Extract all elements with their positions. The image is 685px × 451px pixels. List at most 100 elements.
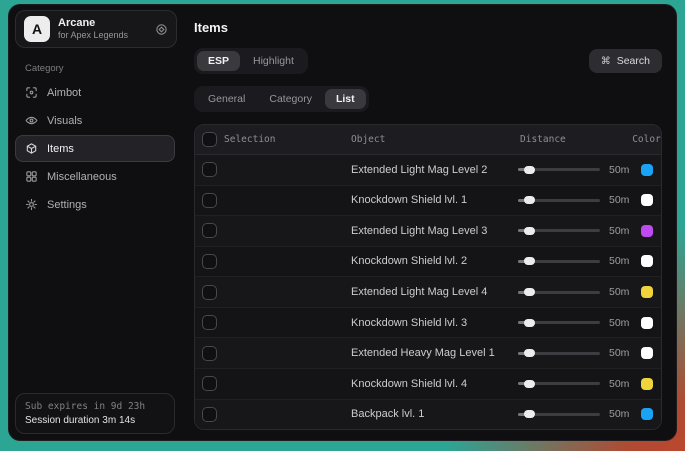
table-row: Knockdown Shield lvl. 350m: [195, 307, 661, 338]
slider-handle[interactable]: [524, 288, 535, 296]
subtab-category[interactable]: Category: [258, 89, 323, 109]
distance-slider[interactable]: [518, 229, 600, 232]
distance-value: 50m: [609, 408, 629, 420]
color-cell: [641, 317, 653, 329]
row-checkbox[interactable]: [202, 346, 217, 361]
distance-value: 50m: [609, 255, 629, 267]
color-swatch[interactable]: [641, 286, 653, 298]
sidebar-item-label: Aimbot: [47, 87, 81, 99]
table-header-row: Selection Object Distance Color: [195, 125, 661, 155]
object-name: Extended Light Mag Level 4: [349, 286, 518, 298]
distance-value: 50m: [609, 378, 629, 390]
color-cell: [641, 286, 653, 298]
color-cell: [641, 194, 653, 206]
distance-slider[interactable]: [518, 352, 600, 355]
search-button[interactable]: ⌘ Search: [589, 49, 662, 73]
slider-handle[interactable]: [524, 349, 535, 357]
table-body: Extended Light Mag Level 250mKnockdown S…: [195, 155, 661, 429]
color-cell: [641, 378, 653, 390]
slider-handle[interactable]: [524, 380, 535, 388]
sidebar-item-miscellaneous[interactable]: Miscellaneous: [15, 163, 175, 190]
color-swatch[interactable]: [641, 317, 653, 329]
category-label: Category: [25, 63, 177, 74]
slider-handle[interactable]: [524, 319, 535, 327]
row-checkbox[interactable]: [202, 162, 217, 177]
object-name: Extended Light Mag Level 3: [349, 225, 518, 237]
color-cell: [641, 347, 653, 359]
slider-handle[interactable]: [524, 166, 535, 174]
eye-icon: [25, 114, 38, 127]
package-icon: [25, 142, 38, 155]
table-row: Extended Light Mag Level 450m: [195, 276, 661, 307]
main-panel: Items ESPHighlight ⌘ Search GeneralCateg…: [179, 5, 676, 440]
object-name: Knockdown Shield lvl. 4: [349, 378, 518, 390]
object-name: Knockdown Shield lvl. 1: [349, 194, 518, 206]
sidebar-item-items[interactable]: Items: [15, 135, 175, 162]
sidebar-item-aimbot[interactable]: Aimbot: [15, 79, 175, 106]
row-checkbox[interactable]: [202, 254, 217, 269]
row-checkbox[interactable]: [202, 223, 217, 238]
esp-highlight-tabs: ESPHighlight: [194, 48, 308, 74]
distance-slider[interactable]: [518, 413, 600, 416]
app-window: A Arcane for Apex Legends Category Aimbo…: [8, 4, 677, 441]
slider-handle[interactable]: [524, 257, 535, 265]
distance-value: 50m: [609, 347, 629, 359]
distance-slider[interactable]: [518, 321, 600, 324]
header-color: Color: [632, 134, 661, 145]
distance-slider[interactable]: [518, 168, 600, 171]
slider-handle[interactable]: [524, 227, 535, 235]
sidebar-item-label: Visuals: [47, 115, 82, 127]
session-duration-text: Session duration 3m 14s: [25, 415, 165, 426]
row-checkbox[interactable]: [202, 315, 217, 330]
items-table: Selection Object Distance Color Extended…: [194, 124, 662, 430]
color-swatch[interactable]: [641, 408, 653, 420]
sidebar-item-settings[interactable]: Settings: [15, 191, 175, 218]
distance-value: 50m: [609, 194, 629, 206]
sidebar-item-label: Items: [47, 143, 74, 155]
session-status-card: Sub expires in 9d 23h Session duration 3…: [15, 393, 175, 434]
row-checkbox[interactable]: [202, 407, 217, 422]
tab-esp[interactable]: ESP: [197, 51, 240, 71]
row-checkbox[interactable]: [202, 285, 217, 300]
app-logo: A: [24, 16, 50, 42]
slider-handle[interactable]: [524, 196, 535, 204]
distance-slider[interactable]: [518, 199, 600, 202]
color-cell: [641, 408, 653, 420]
emblem-icon[interactable]: [155, 23, 168, 36]
color-swatch[interactable]: [641, 347, 653, 359]
distance-value: 50m: [609, 225, 629, 237]
brand-subtitle: for Apex Legends: [58, 30, 128, 41]
distance-cell: 50m: [518, 194, 632, 206]
subtabs-row: GeneralCategoryList: [194, 86, 662, 112]
distance-slider[interactable]: [518, 291, 600, 294]
page-title: Items: [194, 20, 662, 35]
distance-slider[interactable]: [518, 260, 600, 263]
color-swatch[interactable]: [641, 225, 653, 237]
table-row: Knockdown Shield lvl. 250m: [195, 246, 661, 277]
row-checkbox[interactable]: [202, 193, 217, 208]
color-swatch[interactable]: [641, 194, 653, 206]
sidebar: A Arcane for Apex Legends Category Aimbo…: [9, 5, 179, 440]
subtab-list[interactable]: List: [325, 89, 366, 109]
table-row: Extended Light Mag Level 3 50m: [195, 215, 661, 246]
color-cell: [641, 255, 653, 267]
distance-cell: 50m: [518, 408, 632, 420]
subtab-general[interactable]: General: [197, 89, 256, 109]
object-name: Knockdown Shield lvl. 3: [349, 317, 518, 329]
search-label: Search: [617, 55, 650, 67]
row-checkbox[interactable]: [202, 376, 217, 391]
slider-handle[interactable]: [524, 410, 535, 418]
distance-cell: 50m: [518, 225, 632, 237]
sidebar-item-visuals[interactable]: Visuals: [15, 107, 175, 134]
header-object: Object: [349, 134, 518, 145]
table-row: Knockdown Shield lvl. 4 50m: [195, 368, 661, 399]
select-all-checkbox[interactable]: [202, 132, 217, 147]
distance-slider[interactable]: [518, 382, 600, 385]
color-swatch[interactable]: [641, 164, 653, 176]
distance-cell: 50m: [518, 378, 632, 390]
tab-highlight[interactable]: Highlight: [242, 51, 305, 71]
color-swatch[interactable]: [641, 255, 653, 267]
brand-title: Arcane: [58, 17, 128, 30]
color-swatch[interactable]: [641, 378, 653, 390]
color-cell: [641, 225, 653, 237]
